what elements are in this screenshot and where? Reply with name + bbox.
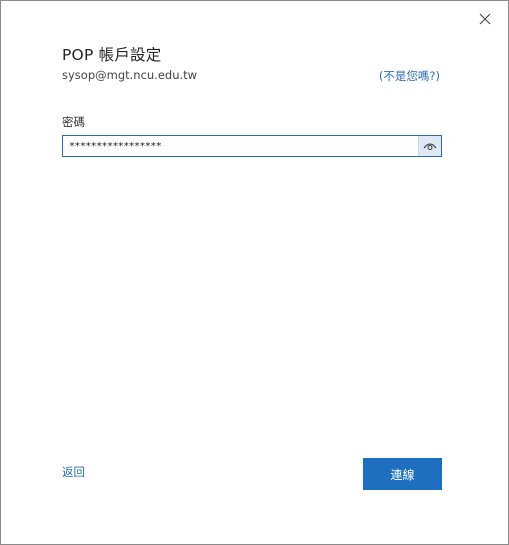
eye-icon (423, 143, 437, 150)
back-link[interactable]: 返回 (62, 464, 85, 480)
dialog-title: POP 帳戶設定 (62, 46, 162, 64)
close-icon (479, 13, 491, 25)
not-you-link[interactable]: (不是您嗎?) (379, 68, 440, 84)
account-email: sysop@mgt.ncu.edu.tw (62, 68, 198, 82)
connect-button[interactable]: 連線 (363, 458, 442, 490)
password-label: 密碼 (62, 115, 85, 129)
password-input[interactable] (63, 136, 418, 156)
reveal-password-button[interactable] (418, 136, 441, 156)
password-field-container (62, 135, 442, 157)
close-button[interactable] (472, 7, 498, 31)
pop-account-settings-dialog: POP 帳戶設定 sysop@mgt.ncu.edu.tw (不是您嗎?) 密碼… (0, 0, 509, 545)
